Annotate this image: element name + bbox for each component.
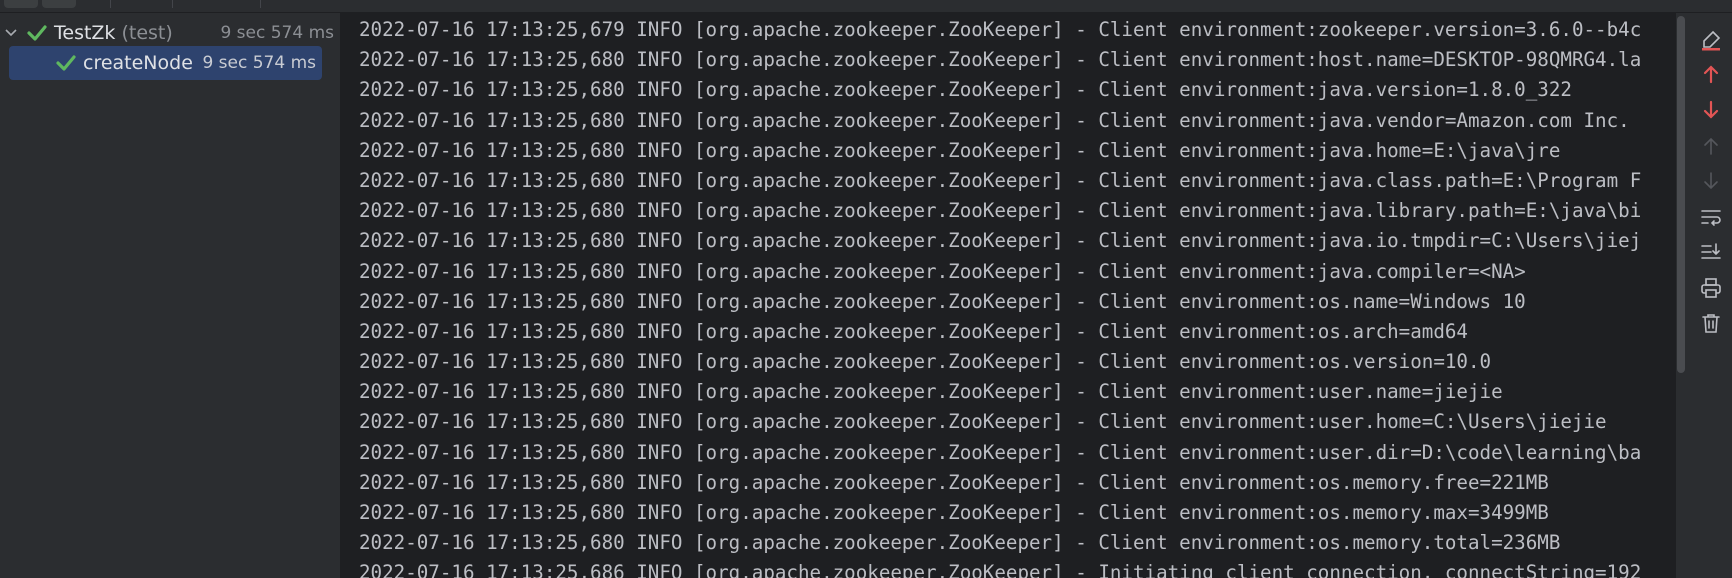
console-line: 2022-07-16 17:13:25,680 INFO [org.apache… bbox=[359, 168, 1642, 192]
scroll-down-icon[interactable] bbox=[1698, 168, 1724, 194]
test-class-name: TestZk (test) bbox=[54, 22, 173, 44]
test-results-tree: TestZk (test) 9 sec 574 ms createNode 9 … bbox=[0, 13, 341, 578]
console-line: 2022-07-16 17:13:25,680 INFO [org.apache… bbox=[359, 350, 1492, 374]
previous-failure-icon[interactable] bbox=[1698, 61, 1724, 87]
print-icon[interactable] bbox=[1698, 275, 1724, 301]
console-line: 2022-07-16 17:13:25,680 INFO [org.apache… bbox=[359, 319, 1468, 343]
clear-console-icon[interactable] bbox=[1698, 27, 1724, 53]
console-output[interactable]: 2022-07-16 17:13:25,679 INFO [org.apache… bbox=[341, 13, 1676, 578]
console-line: 2022-07-16 17:13:25,680 INFO [org.apache… bbox=[359, 289, 1526, 313]
console-lines: 2022-07-16 17:13:25,679 INFO [org.apache… bbox=[359, 15, 1641, 578]
console-line: 2022-07-16 17:13:25,680 INFO [org.apache… bbox=[359, 108, 1630, 132]
console-line: 2022-07-16 17:13:25,679 INFO [org.apache… bbox=[359, 18, 1642, 41]
top-toolbar-strip bbox=[0, 0, 1732, 13]
console-line: 2022-07-16 17:13:25,680 INFO [org.apache… bbox=[359, 259, 1526, 283]
test-passed-icon bbox=[26, 23, 48, 43]
toolbar-button[interactable] bbox=[4, 0, 38, 8]
toolbar-separator bbox=[172, 0, 173, 8]
chevron-down-icon[interactable] bbox=[2, 24, 20, 42]
toolbar-separator bbox=[110, 0, 111, 8]
test-method-label: createNode bbox=[83, 52, 193, 74]
console-line: 2022-07-16 17:13:25,680 INFO [org.apache… bbox=[359, 531, 1561, 555]
delete-icon[interactable] bbox=[1698, 310, 1724, 336]
test-passed-icon bbox=[55, 53, 77, 73]
console-line: 2022-07-16 17:13:25,680 INFO [org.apache… bbox=[359, 501, 1549, 524]
scroll-to-end-icon[interactable] bbox=[1698, 239, 1724, 265]
next-failure-icon[interactable] bbox=[1698, 97, 1724, 123]
console-line: 2022-07-16 17:13:25,686 INFO [org.apache… bbox=[359, 561, 1642, 578]
scroll-up-icon[interactable] bbox=[1698, 133, 1724, 159]
test-tree-row-createnode[interactable]: createNode 9 sec 574 ms bbox=[9, 46, 322, 80]
toolbar-separator bbox=[260, 0, 261, 8]
console-line: 2022-07-16 17:13:25,680 INFO [org.apache… bbox=[359, 440, 1642, 464]
toolbar-button[interactable] bbox=[42, 0, 76, 8]
test-duration: 9 sec 574 ms bbox=[220, 23, 334, 43]
test-class-qualifier: (test) bbox=[121, 22, 173, 44]
console-line: 2022-07-16 17:13:25,680 INFO [org.apache… bbox=[359, 470, 1549, 494]
console-line: 2022-07-16 17:13:25,680 INFO [org.apache… bbox=[359, 48, 1642, 72]
soft-wrap-icon[interactable] bbox=[1698, 204, 1724, 230]
console-line: 2022-07-16 17:13:25,680 INFO [org.apache… bbox=[359, 199, 1642, 223]
test-class-label: TestZk bbox=[54, 22, 116, 44]
console-line: 2022-07-16 17:13:25,680 INFO [org.apache… bbox=[359, 229, 1642, 253]
test-duration: 9 sec 574 ms bbox=[202, 53, 316, 73]
console-line: 2022-07-16 17:13:25,680 INFO [org.apache… bbox=[359, 78, 1572, 102]
test-tree-row-testzk[interactable]: TestZk (test) 9 sec 574 ms bbox=[0, 16, 340, 50]
console-line: 2022-07-16 17:13:25,680 INFO [org.apache… bbox=[359, 380, 1503, 404]
console-line: 2022-07-16 17:13:25,680 INFO [org.apache… bbox=[359, 410, 1607, 434]
console-scrollbar[interactable] bbox=[1677, 16, 1685, 373]
console-line: 2022-07-16 17:13:25,680 INFO [org.apache… bbox=[359, 138, 1561, 162]
console-side-toolbar bbox=[1690, 13, 1732, 578]
